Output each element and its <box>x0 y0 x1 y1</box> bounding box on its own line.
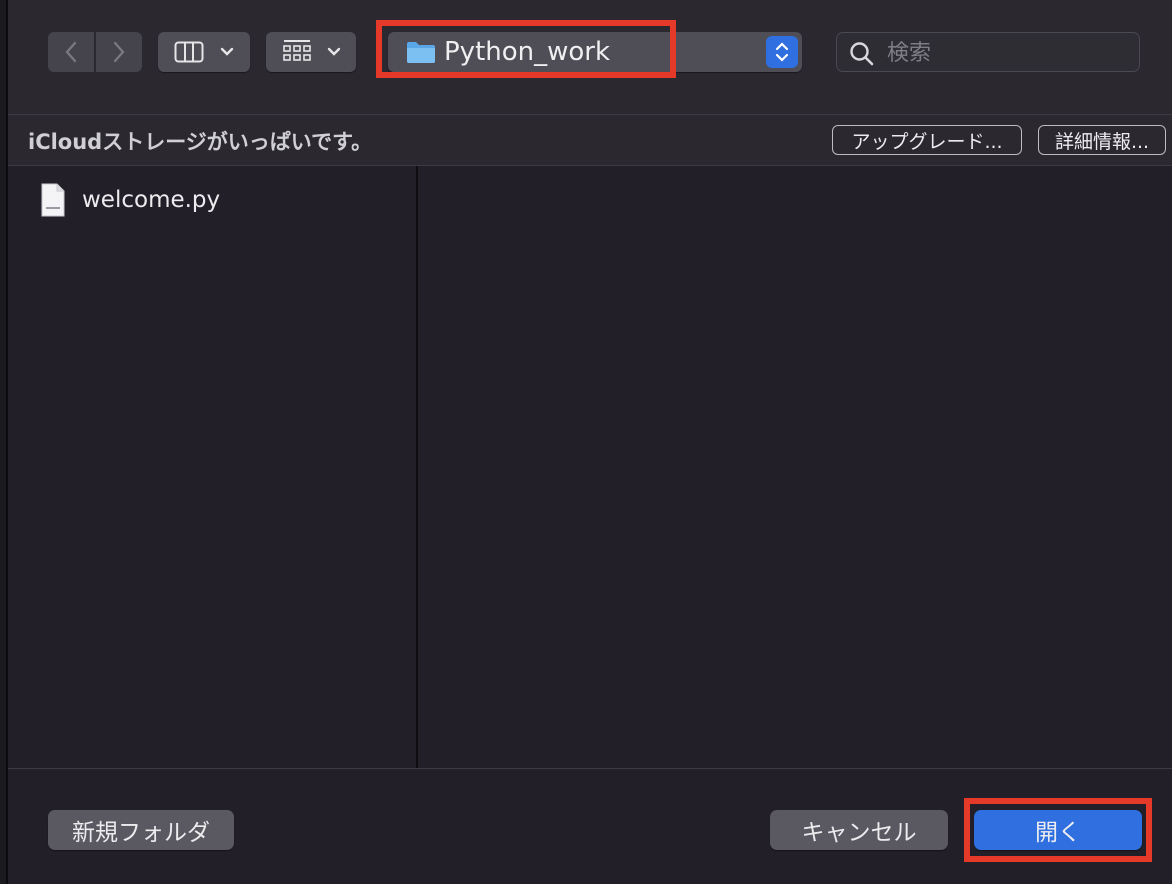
upgrade-button[interactable]: アップグレード... <box>832 125 1022 155</box>
chevron-right-icon <box>113 41 125 63</box>
column-view-icon <box>174 41 204 63</box>
dialog-footer: 新規フォルダ キャンセル 開く <box>8 769 1172 884</box>
search-icon <box>850 42 874 66</box>
chevron-down-icon <box>220 47 234 56</box>
icloud-full-message: iCloudストレージがいっぱいです。 <box>28 130 373 154</box>
grid-group-icon <box>282 40 311 61</box>
cancel-button[interactable]: キャンセル <box>770 810 948 850</box>
folder-path-popup[interactable]: Python_work <box>388 32 802 72</box>
search-input[interactable] <box>885 37 1129 69</box>
file-name: welcome.py <box>82 187 221 213</box>
folder-icon <box>407 42 435 63</box>
browser-column: welcome.py <box>8 166 418 768</box>
current-folder-name: Python_work <box>444 37 611 67</box>
details-button[interactable]: 詳細情報... <box>1038 125 1166 155</box>
open-file-dialog: Python_work iCloudストレージがいっぱいです。 アップグレード.… <box>8 0 1172 884</box>
toolbar: Python_work <box>8 0 1172 115</box>
python-file-icon <box>41 183 65 217</box>
navigation-buttons <box>48 32 142 72</box>
file-browser: welcome.py <box>8 166 1172 768</box>
chevron-left-icon <box>65 41 77 63</box>
chevron-down-icon <box>327 47 340 56</box>
window-edge <box>0 0 8 884</box>
up-down-chevron-icon <box>775 42 789 62</box>
folder-popup-stepper[interactable] <box>766 36 798 68</box>
search-box[interactable] <box>836 32 1140 72</box>
new-folder-button[interactable]: 新規フォルダ <box>48 810 234 850</box>
list-item[interactable]: welcome.py <box>40 182 220 218</box>
icloud-notice-bar: iCloudストレージがいっぱいです。 アップグレード... 詳細情報... <box>8 115 1172 166</box>
back-button[interactable] <box>48 32 94 72</box>
open-button[interactable]: 開く <box>974 810 1142 850</box>
group-button[interactable] <box>266 32 356 72</box>
view-mode-button[interactable] <box>158 32 250 72</box>
forward-button[interactable] <box>96 32 142 72</box>
